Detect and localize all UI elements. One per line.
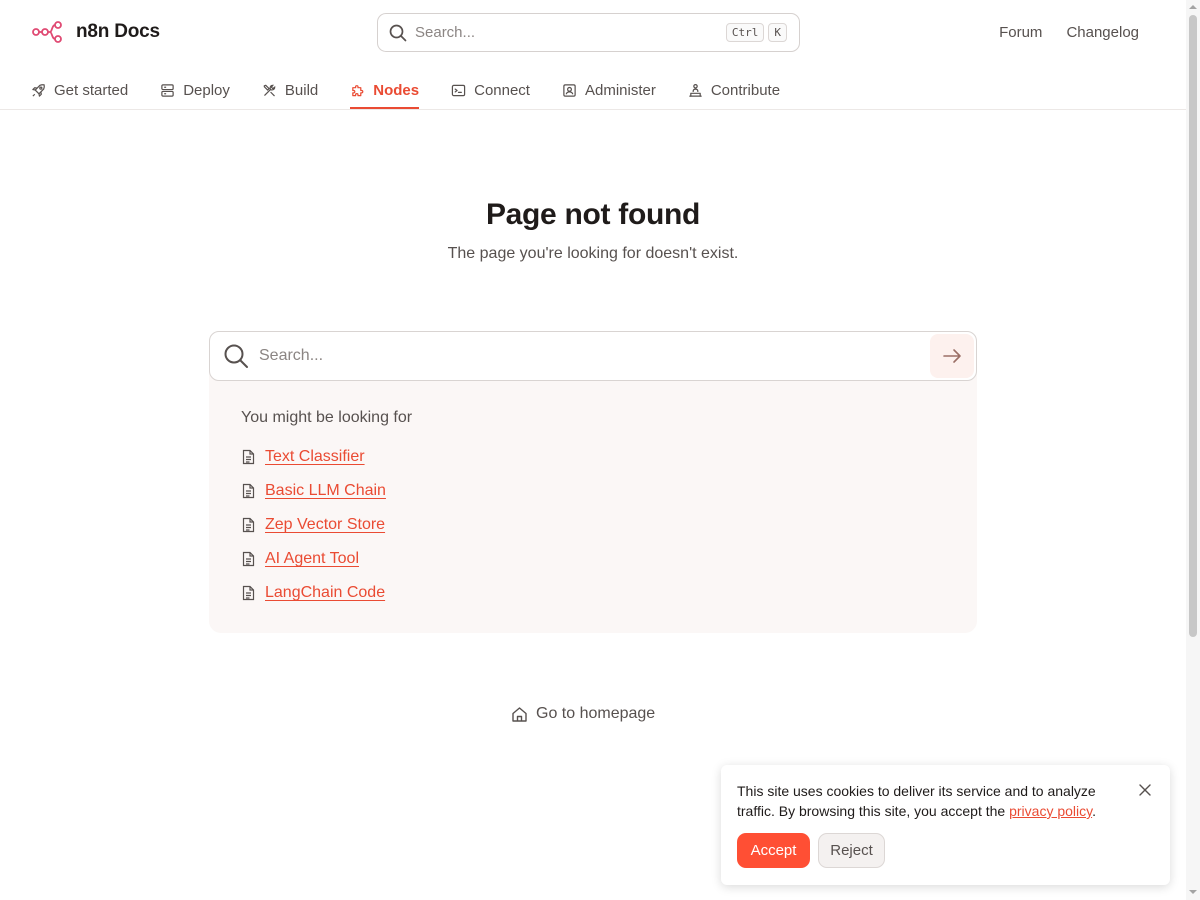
tab-label: Contribute — [710, 81, 781, 99]
go-to-homepage-link[interactable]: Go to homepage — [511, 705, 655, 723]
vertical-scrollbar[interactable] — [1186, 0, 1200, 900]
search-suggestions-panel: Search... You might be looking for Text … — [209, 331, 977, 633]
suggestion-link[interactable]: Text Classifier — [265, 448, 365, 466]
suggestions-list: Text Classifier Basic LLM Chain Zep Vect… — [241, 440, 386, 610]
page-subtitle: The page you're looking for doesn't exis… — [447, 245, 739, 262]
tab-label: Administer — [584, 81, 656, 99]
list-item: Text Classifier — [241, 440, 386, 474]
search-submit-button[interactable] — [930, 334, 974, 378]
shortcut-key-ctrl: Ctrl — [725, 23, 765, 42]
rocket-icon — [32, 83, 45, 97]
tab-label: Build — [284, 81, 319, 99]
suggestion-link[interactable]: LangChain Code — [265, 584, 385, 602]
suggestions-heading: You might be looking for — [241, 409, 413, 426]
privacy-policy-link[interactable]: privacy policy — [1009, 803, 1092, 819]
search-icon — [389, 24, 407, 41]
header-links: Forum Changelog — [999, 24, 1139, 41]
list-item: AI Agent Tool — [241, 542, 386, 576]
header-search-placeholder: Search... — [415, 24, 476, 41]
tab-contribute[interactable]: Contribute — [688, 72, 780, 108]
reject-cookies-button[interactable]: Reject — [818, 833, 885, 868]
cookie-message: This site uses cookies to deliver its se… — [737, 781, 1132, 821]
arrow-right-icon — [943, 349, 961, 363]
main-search-input[interactable]: Search... — [209, 331, 977, 381]
admin-icon — [563, 83, 576, 97]
site-header: n8n Docs Search... Ctrl K Forum Changelo… — [0, 0, 1186, 110]
tab-build[interactable]: Build — [262, 72, 318, 108]
page-title: Page not found — [485, 198, 701, 231]
tab-administer[interactable]: Administer — [562, 72, 656, 108]
scroll-down-arrow-icon[interactable] — [1189, 888, 1197, 896]
contribute-icon — [689, 83, 702, 97]
document-icon — [242, 585, 255, 601]
tab-label: Nodes — [373, 81, 420, 99]
tab-label: Get started — [54, 81, 129, 99]
tools-icon — [263, 84, 276, 96]
changelog-link[interactable]: Changelog — [1066, 24, 1139, 41]
tab-label: Deploy — [183, 81, 230, 99]
suggestion-link[interactable]: Basic LLM Chain — [265, 482, 386, 500]
shortcut-key-k: K — [768, 23, 787, 42]
list-item: Zep Vector Store — [241, 508, 386, 542]
list-item: LangChain Code — [241, 576, 386, 610]
cookie-text-after: . — [1092, 803, 1096, 819]
page: n8n Docs Search... Ctrl K Forum Changelo… — [0, 0, 1200, 900]
close-icon[interactable] — [1137, 782, 1153, 798]
document-icon — [242, 551, 255, 567]
section-tabs: Get started Deploy Build Nodes Connect A… — [31, 72, 812, 110]
suggestion-link[interactable]: AI Agent Tool — [265, 550, 359, 568]
tab-nodes[interactable]: Nodes — [350, 72, 420, 109]
main-search-placeholder: Search... — [259, 347, 324, 364]
tab-deploy[interactable]: Deploy — [160, 72, 230, 108]
tab-connect[interactable]: Connect — [451, 72, 530, 108]
list-item: Basic LLM Chain — [241, 474, 386, 508]
header-search-button[interactable]: Search... Ctrl K — [377, 13, 800, 52]
scrollbar-thumb[interactable] — [1189, 15, 1197, 637]
home-link-label: Go to homepage — [536, 705, 656, 722]
n8n-logo-icon — [32, 21, 62, 43]
server-icon — [161, 83, 174, 97]
tab-get-started[interactable]: Get started — [31, 72, 128, 108]
search-icon — [224, 344, 248, 368]
document-icon — [242, 483, 255, 499]
tab-label: Connect — [474, 81, 530, 99]
suggestion-link[interactable]: Zep Vector Store — [265, 516, 385, 534]
accept-cookies-button[interactable]: Accept — [737, 833, 810, 868]
cookie-banner: This site uses cookies to deliver its se… — [721, 765, 1170, 885]
forum-link[interactable]: Forum — [999, 24, 1042, 41]
brand-title: n8n Docs — [76, 21, 160, 42]
brand-logo-link[interactable]: n8n Docs — [32, 19, 160, 45]
puzzle-icon — [352, 84, 364, 96]
scroll-up-arrow-icon[interactable] — [1189, 3, 1197, 11]
terminal-icon — [451, 84, 466, 96]
home-icon — [512, 706, 527, 722]
document-icon — [242, 517, 255, 533]
document-icon — [242, 449, 255, 465]
